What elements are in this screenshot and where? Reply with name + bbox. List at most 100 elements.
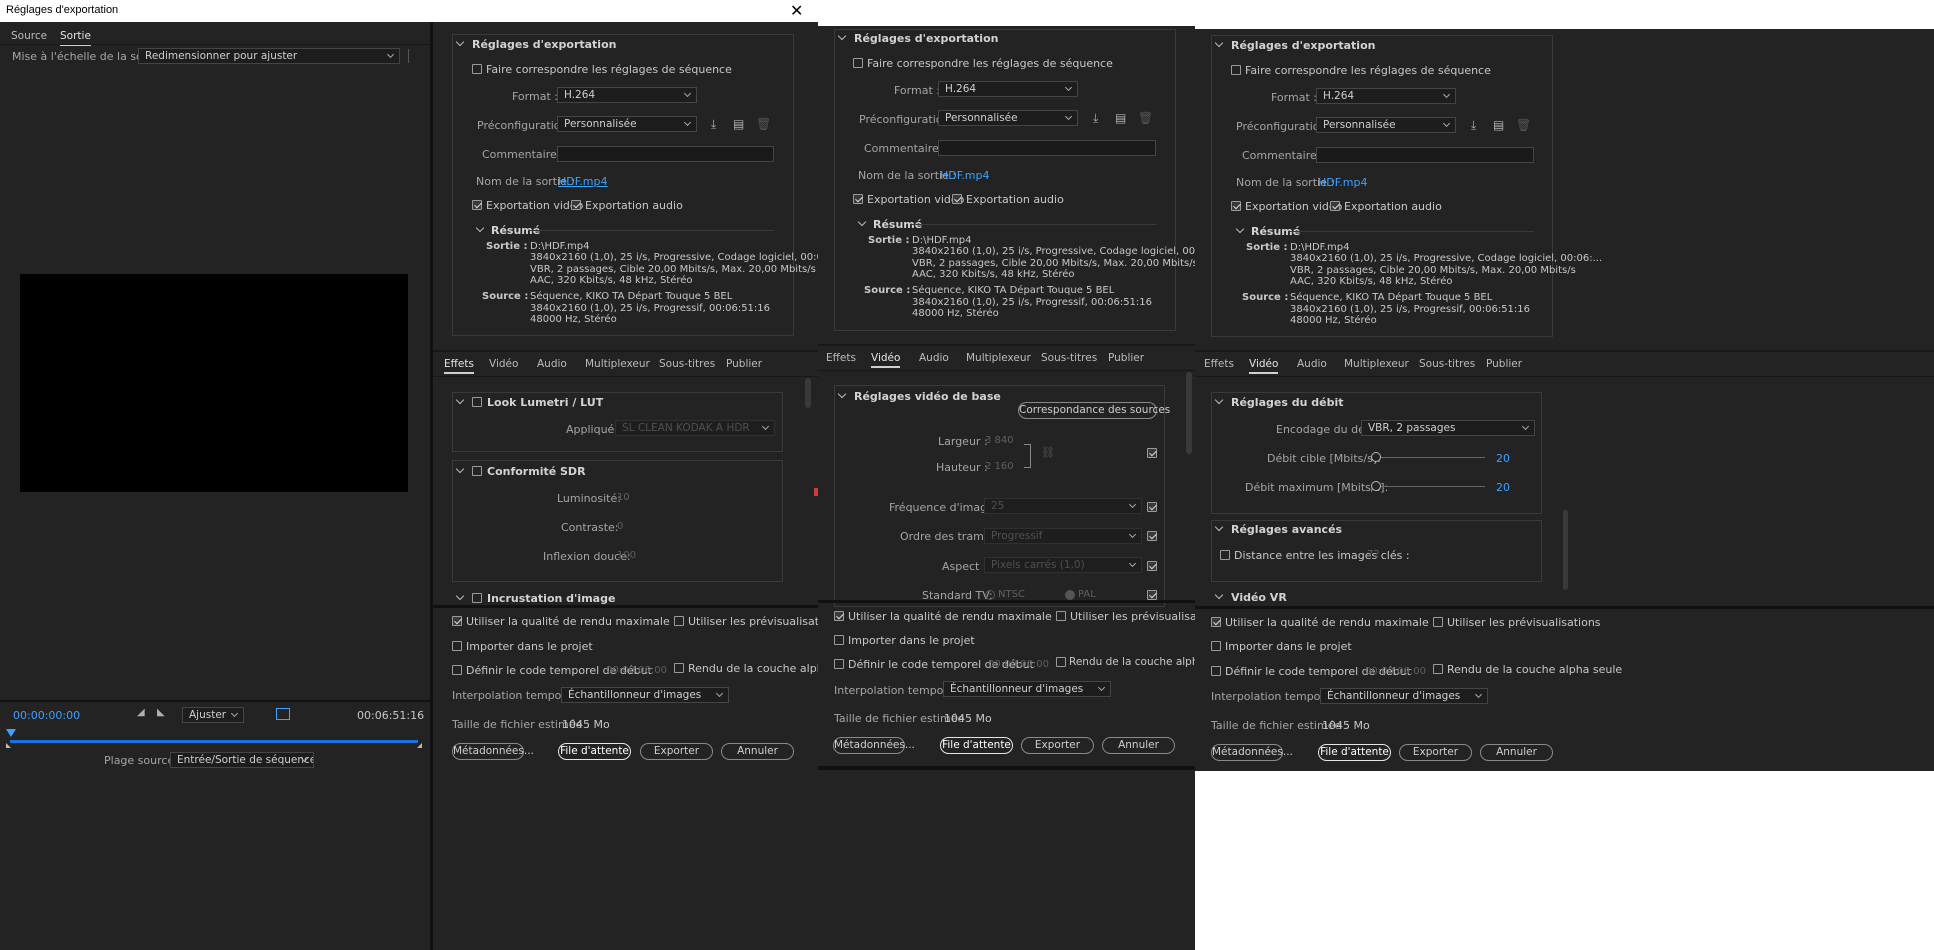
- timecode-start[interactable]: 00:00:00:00: [13, 709, 80, 722]
- max-quality-checkbox-3[interactable]: [1211, 617, 1221, 627]
- delete-preset-icon[interactable]: 🗑: [1138, 111, 1153, 125]
- tab-source[interactable]: Source: [11, 30, 47, 42]
- interp-select-3[interactable]: Échantillonneur d'images: [1320, 688, 1488, 704]
- output-name-link-2[interactable]: HDF.mp4: [940, 169, 990, 182]
- match-seq-checkbox-2[interactable]: [853, 58, 863, 68]
- queue-button-3[interactable]: File d'attente: [1318, 744, 1391, 761]
- tab-effets-2[interactable]: Effets: [826, 352, 856, 364]
- tab-effets[interactable]: Effets: [444, 358, 474, 374]
- match-seq-checkbox[interactable]: [472, 64, 482, 74]
- previews-checkbox-3[interactable]: [1433, 617, 1443, 627]
- comments-input-2[interactable]: [938, 140, 1156, 156]
- queue-button-2[interactable]: File d'attente: [940, 737, 1013, 754]
- knee-value[interactable]: 100: [617, 550, 636, 561]
- export-video-checkbox-2[interactable]: [853, 194, 863, 204]
- import-preset-icon[interactable]: ▤: [1493, 118, 1504, 132]
- export-video-checkbox[interactable]: [472, 200, 482, 210]
- delete-preset-icon[interactable]: 🗑: [756, 117, 771, 131]
- metadata-button-2[interactable]: Métadonnées...: [833, 737, 915, 754]
- tab-multiplexeur-2[interactable]: Multiplexeur: [966, 352, 1031, 364]
- link-icon[interactable]: ⛓: [1041, 446, 1055, 459]
- interp-select[interactable]: Échantillonneur d'images: [561, 687, 729, 703]
- overlay-checkbox[interactable]: [472, 593, 482, 603]
- timecode-value-3[interactable]: 00:00:00:00: [1365, 666, 1426, 677]
- tab-audio-2[interactable]: Audio: [919, 352, 949, 364]
- max-bitrate-value[interactable]: 20: [1496, 481, 1510, 494]
- tv-standard-match-checkbox[interactable]: [1147, 590, 1157, 600]
- import-checkbox-3[interactable]: [1211, 641, 1221, 651]
- timeline-bar[interactable]: [10, 740, 418, 743]
- applied-select[interactable]: SL CLEAN KODAK A HDR: [615, 420, 775, 436]
- import-preset-icon[interactable]: ▤: [1115, 111, 1126, 125]
- tab-audio-3[interactable]: Audio: [1297, 358, 1327, 370]
- tab-sous-titres[interactable]: Sous-titres: [659, 358, 715, 370]
- tab-video[interactable]: Vidéo: [489, 358, 518, 370]
- field-order-match-checkbox[interactable]: [1147, 531, 1157, 541]
- tab-video-2[interactable]: Vidéo: [871, 352, 901, 368]
- format-select[interactable]: H.264: [557, 87, 697, 103]
- save-preset-icon[interactable]: ⤓: [711, 117, 716, 132]
- encoding-select[interactable]: VBR, 2 passages: [1361, 420, 1535, 436]
- max-bitrate-track[interactable]: [1372, 486, 1485, 487]
- height-value[interactable]: 2 160: [985, 461, 1014, 472]
- export-audio-checkbox-3[interactable]: [1330, 201, 1340, 211]
- tab-publier-3[interactable]: Publier: [1486, 358, 1522, 370]
- fps-match-checkbox[interactable]: [1147, 502, 1157, 512]
- field-order-select[interactable]: Progressif: [984, 528, 1142, 544]
- scrollbar-2[interactable]: [1186, 372, 1192, 454]
- keyframe-checkbox[interactable]: [1220, 550, 1230, 560]
- close-icon[interactable]: ✕: [790, 1, 803, 20]
- max-quality-checkbox-2[interactable]: [834, 611, 844, 621]
- match-seq-checkbox-3[interactable]: [1231, 65, 1241, 75]
- lumetri-checkbox[interactable]: [472, 397, 482, 407]
- max-quality-checkbox[interactable]: [452, 616, 462, 626]
- comments-input-3[interactable]: [1316, 147, 1534, 163]
- tab-effets-3[interactable]: Effets: [1204, 358, 1234, 370]
- contrast-value[interactable]: 0: [617, 521, 623, 532]
- cancel-button-2[interactable]: Annuler: [1102, 737, 1175, 754]
- cancel-button[interactable]: Annuler: [721, 743, 794, 760]
- aspect-toggle-icon[interactable]: [276, 708, 290, 720]
- fps-select[interactable]: 25: [984, 498, 1142, 514]
- timecode-checkbox-2[interactable]: [834, 659, 844, 669]
- aspect-match-checkbox[interactable]: [1147, 561, 1157, 571]
- metadata-button-3[interactable]: Métadonnées...: [1211, 744, 1293, 761]
- previews-checkbox[interactable]: [674, 616, 684, 626]
- tab-audio[interactable]: Audio: [537, 358, 567, 370]
- preset-select[interactable]: Personnalisée: [557, 116, 697, 132]
- target-bitrate-value[interactable]: 20: [1496, 452, 1510, 465]
- timecode-value-2[interactable]: 00:00:00:00: [988, 659, 1049, 670]
- match-sources-button[interactable]: Correspondance des sources: [1018, 402, 1170, 419]
- timecode-value[interactable]: 00:00:00:00: [606, 665, 667, 676]
- alpha-checkbox[interactable]: [674, 663, 684, 673]
- out-point-marker[interactable]: [417, 743, 422, 748]
- scale-select[interactable]: Redimensionner pour ajuster: [138, 48, 400, 64]
- ntsc-radio[interactable]: [985, 590, 995, 600]
- target-bitrate-thumb[interactable]: [1371, 452, 1381, 462]
- save-preset-icon[interactable]: ⤓: [1093, 111, 1098, 126]
- target-bitrate-track[interactable]: [1372, 457, 1485, 458]
- format-select-2[interactable]: H.264: [938, 81, 1078, 97]
- aspect-select[interactable]: Pixels carrés (1,0): [984, 557, 1142, 573]
- scrollbar-3[interactable]: [1563, 510, 1568, 590]
- sdr-checkbox[interactable]: [472, 466, 482, 476]
- output-name-link-3[interactable]: HDF.mp4: [1318, 176, 1368, 189]
- timecode-checkbox-3[interactable]: [1211, 666, 1221, 676]
- tab-sortie[interactable]: Sortie: [60, 30, 91, 46]
- delete-preset-icon[interactable]: 🗑: [1516, 118, 1531, 132]
- export-audio-checkbox[interactable]: [571, 200, 581, 210]
- previews-checkbox-2[interactable]: [1056, 611, 1066, 621]
- range-select[interactable]: Entrée/Sortie de séquence: [170, 752, 314, 768]
- in-point-marker[interactable]: [6, 743, 11, 748]
- set-in-icon[interactable]: ◢: [137, 707, 145, 718]
- save-preset-icon[interactable]: ⤓: [1471, 118, 1476, 133]
- pal-radio[interactable]: [1065, 590, 1075, 600]
- playhead-icon[interactable]: [6, 729, 16, 737]
- set-out-icon[interactable]: ◣: [157, 707, 165, 718]
- tab-multiplexeur-3[interactable]: Multiplexeur: [1344, 358, 1409, 370]
- scrollbar[interactable]: [805, 378, 811, 408]
- tab-video-3[interactable]: Vidéo: [1249, 358, 1279, 374]
- tab-sous-titres-2[interactable]: Sous-titres: [1041, 352, 1097, 364]
- import-checkbox[interactable]: [452, 641, 462, 651]
- keyframe-value[interactable]: 72: [1367, 549, 1380, 560]
